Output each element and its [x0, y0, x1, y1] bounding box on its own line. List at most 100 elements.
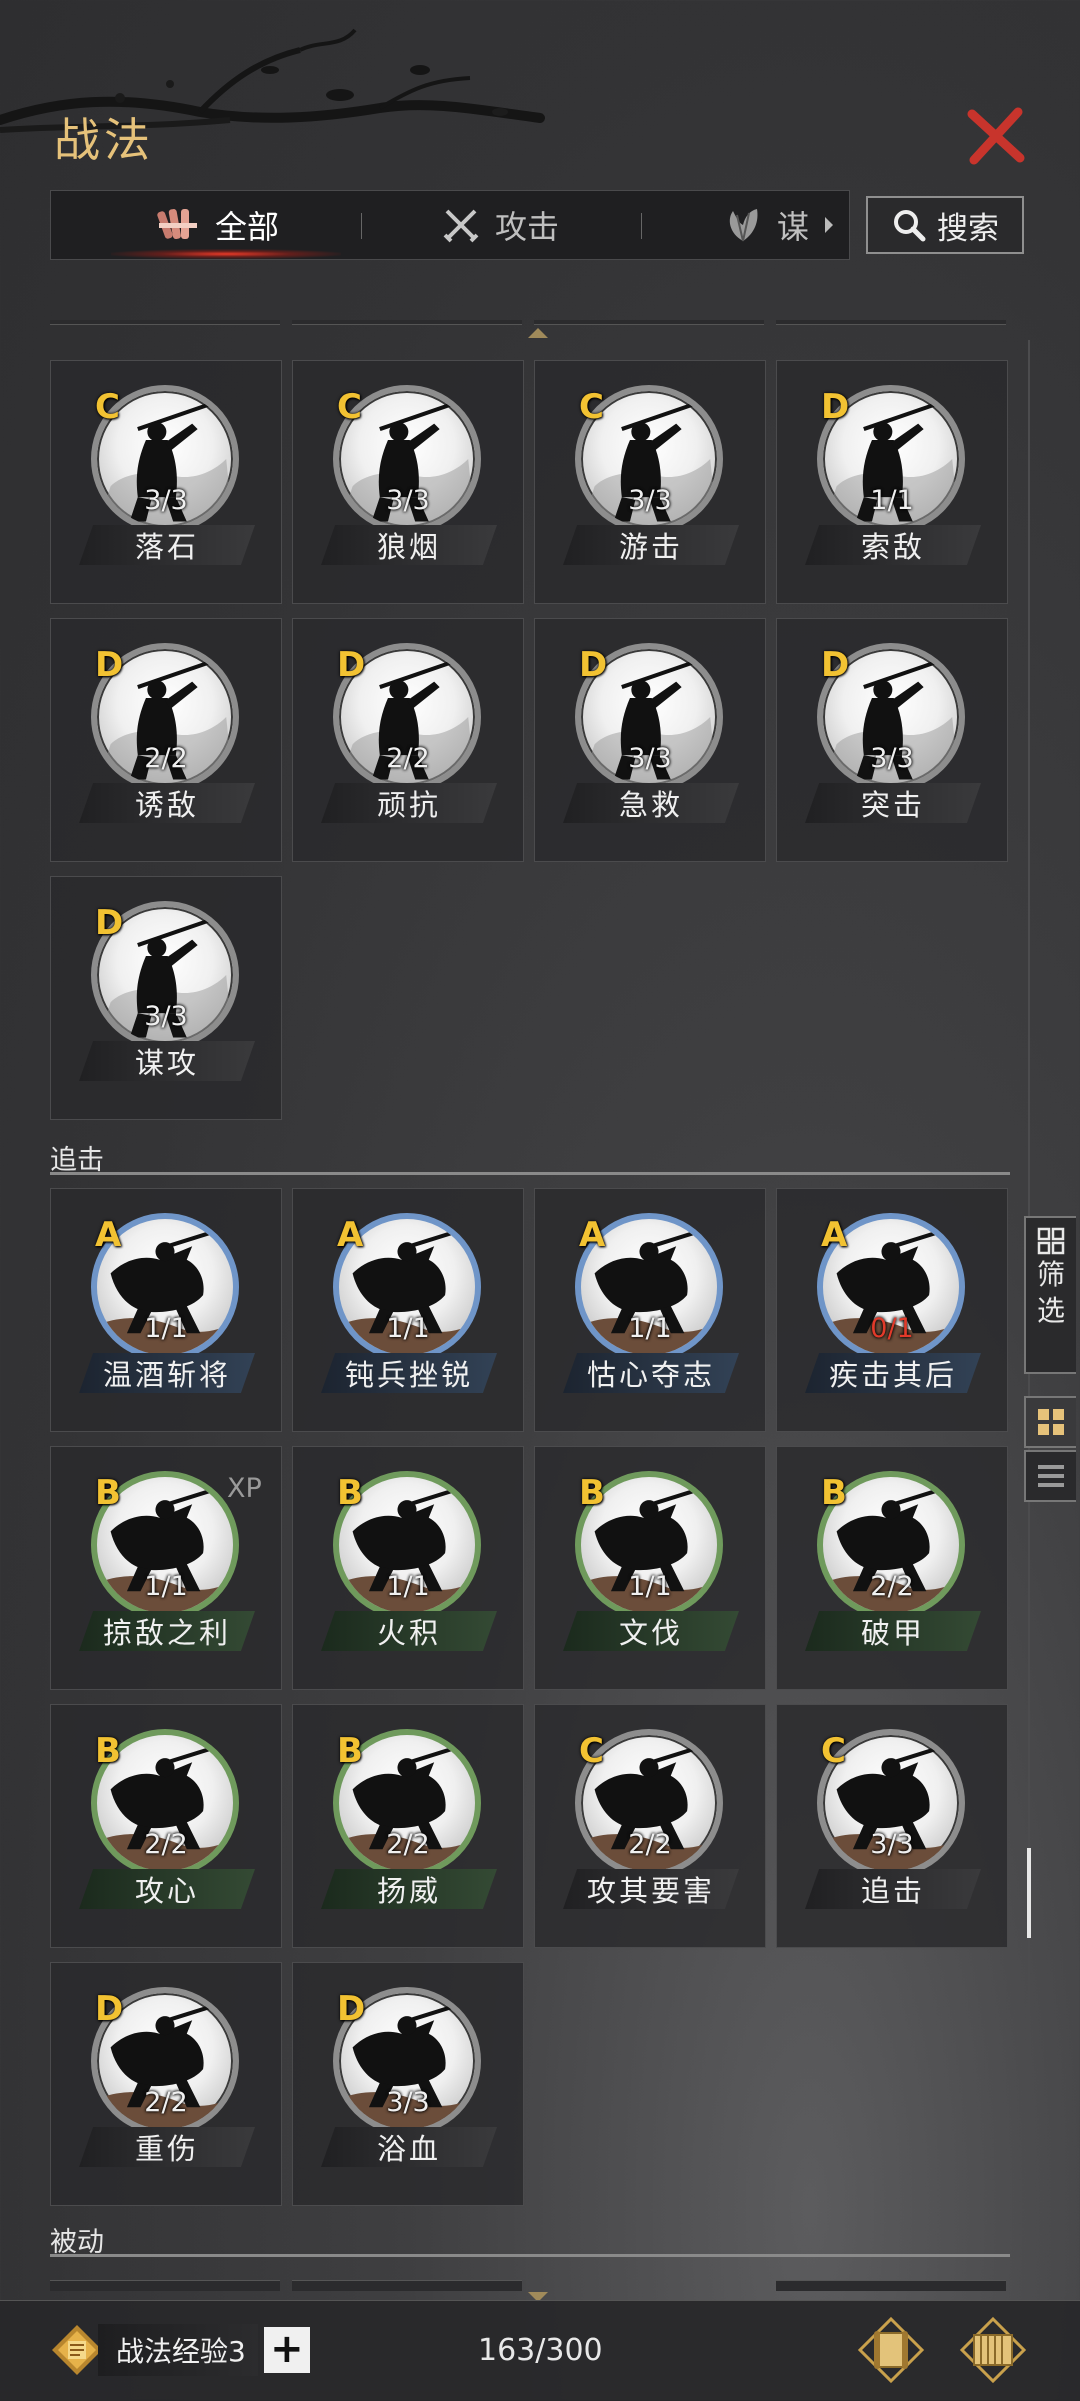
skill-card[interactable]: B 1/1 文伐: [534, 1446, 766, 1690]
skill-name: 顽抗: [321, 783, 497, 823]
tab-all[interactable]: 全部: [157, 191, 279, 259]
skill-card[interactable]: C 2/2 攻其要害: [534, 1704, 766, 1948]
skill-name: 掠敌之利: [79, 1611, 255, 1651]
filter-label: 选: [1036, 1294, 1065, 1327]
skill-count: 3/3: [144, 485, 188, 516]
skill-count: 1/1: [870, 485, 914, 516]
list-view-button[interactable]: [1024, 1450, 1076, 1502]
grade-badge: D: [95, 903, 124, 943]
skill-card[interactable]: D 3/3 谋攻: [50, 876, 282, 1120]
tab-attack[interactable]: 攻击: [441, 191, 559, 259]
grade-badge: C: [579, 387, 604, 427]
grid-view-button[interactable]: [1024, 1396, 1076, 1448]
bottom-bar: 战法经验3 + 163/300: [0, 2300, 1080, 2401]
skill-card[interactable]: D 3/3 浴血: [292, 1962, 524, 2206]
skill-card[interactable]: B 1/1 火积: [292, 1446, 524, 1690]
skill-card[interactable]: A 1/1 怙心夺志: [534, 1188, 766, 1432]
skill-count: 3/3: [386, 485, 430, 516]
xp-badge: XP: [227, 1473, 262, 1504]
grade-badge: C: [821, 1731, 846, 1771]
skill-name: 扬威: [321, 1869, 497, 1909]
skill-card[interactable]: B 2/2 攻心: [50, 1704, 282, 1948]
grade-badge: C: [95, 387, 120, 427]
skill-card[interactable]: D 1/1 索敌: [776, 360, 1008, 604]
skill-name: 狼烟: [321, 525, 497, 565]
grade-badge: B: [821, 1473, 847, 1513]
grade-badge: B: [337, 1473, 363, 1513]
skill-card[interactable]: C 3/3 游击: [534, 360, 766, 604]
add-exp-button[interactable]: +: [263, 2327, 310, 2373]
skill-card[interactable]: D 2/2 顽抗: [292, 618, 524, 862]
card-partial: [292, 320, 522, 325]
search-button[interactable]: 搜索: [866, 196, 1024, 254]
category-tab-bar: 全部 攻击 谋: [50, 190, 850, 260]
skill-card[interactable]: B 2/2 扬威: [292, 1704, 524, 1948]
skill-card[interactable]: D 3/3 突击: [776, 618, 1008, 862]
grid-icon: [1037, 1227, 1065, 1255]
skill-name: 游击: [563, 525, 739, 565]
skill-name: 攻其要害: [563, 1869, 739, 1909]
grade-badge: D: [95, 1989, 124, 2029]
tab-attack-label: 攻击: [495, 208, 560, 246]
search-icon: [894, 210, 926, 242]
list-view-icon: [1038, 1465, 1064, 1487]
skill-card[interactable]: D 2/2 诱敌: [50, 618, 282, 862]
skill-name: 火积: [321, 1611, 497, 1651]
section-divider: [50, 2254, 1010, 2257]
filter-button[interactable]: 筛 选: [1024, 1216, 1076, 1374]
card-partial: [534, 320, 764, 325]
card-partial: [50, 2280, 280, 2291]
grade-badge: A: [821, 1215, 848, 1255]
chevron-right-icon: [825, 217, 834, 233]
skill-card[interactable]: A 0/1 疾击其后: [776, 1188, 1008, 1432]
skill-card[interactable]: A 1/1 温酒斩将: [50, 1188, 282, 1432]
skill-count: 2/2: [144, 2087, 188, 2118]
grade-badge: C: [337, 387, 362, 427]
skill-name: 追击: [805, 1869, 981, 1909]
skill-count: 1/1: [628, 1571, 672, 1602]
tab-divider: [361, 213, 362, 239]
grade-badge: B: [579, 1473, 605, 1513]
skill-count: 1/1: [144, 1571, 188, 1602]
skill-count: 2/2: [628, 1829, 672, 1860]
skill-count: 1/1: [628, 1313, 672, 1344]
skill-card[interactable]: B XP 1/1 掠敌之利: [50, 1446, 282, 1690]
skill-count: 1/1: [144, 1313, 188, 1344]
skill-name: 疾击其后: [805, 1353, 981, 1393]
skill-card[interactable]: D 2/2 重伤: [50, 1962, 282, 2206]
skill-card[interactable]: A 1/1 钝兵挫锐: [292, 1188, 524, 1432]
skill-count: 3/3: [628, 485, 672, 516]
close-icon[interactable]: [960, 100, 1032, 172]
skill-count: 2/2: [144, 743, 188, 774]
bamboo-slips-icon[interactable]: [958, 2315, 1028, 2385]
search-button-label: 搜索: [937, 210, 999, 247]
grade-badge: B: [337, 1731, 363, 1771]
tab-strategy[interactable]: 谋: [723, 191, 835, 259]
grade-badge: D: [821, 645, 850, 685]
grade-badge: D: [821, 387, 850, 427]
skill-count: 1/1: [386, 1313, 430, 1344]
skill-count: 3/3: [628, 743, 672, 774]
skill-count: 3/3: [386, 2087, 430, 2118]
grade-badge: B: [95, 1731, 121, 1771]
skill-card[interactable]: C 3/3 落石: [50, 360, 282, 604]
skill-count: 3/3: [870, 743, 914, 774]
skill-count: 3/3: [144, 1001, 188, 1032]
skill-list[interactable]: C 3/3 落石 C 3/3 狼烟 C 3/3 游击 D 1/1 索敌 D 2/2 诱敌 D 2/2 顽抗 D 3/3…: [50, 320, 1020, 2300]
scrollbar-thumb[interactable]: [1027, 1848, 1031, 1938]
skill-count: 2/2: [870, 1571, 914, 1602]
skill-name: 谋攻: [79, 1041, 255, 1081]
crossed-swords-icon: [443, 209, 479, 243]
skill-card[interactable]: D 3/3 急救: [534, 618, 766, 862]
skill-card[interactable]: B 2/2 破甲: [776, 1446, 1008, 1690]
scroll-book-icon[interactable]: [856, 2315, 926, 2385]
grade-badge: A: [337, 1215, 364, 1255]
skill-count: 3/3: [870, 1829, 914, 1860]
grid-view-icon: [1038, 1409, 1064, 1435]
skill-name: 索敌: [805, 525, 981, 565]
skill-card[interactable]: C 3/3 狼烟: [292, 360, 524, 604]
bundle-icon: [157, 209, 197, 240]
skill-card[interactable]: C 3/3 追击: [776, 1704, 1008, 1948]
grade-badge: C: [579, 1731, 604, 1771]
skill-exp-label: 战法经验3: [98, 2324, 258, 2376]
